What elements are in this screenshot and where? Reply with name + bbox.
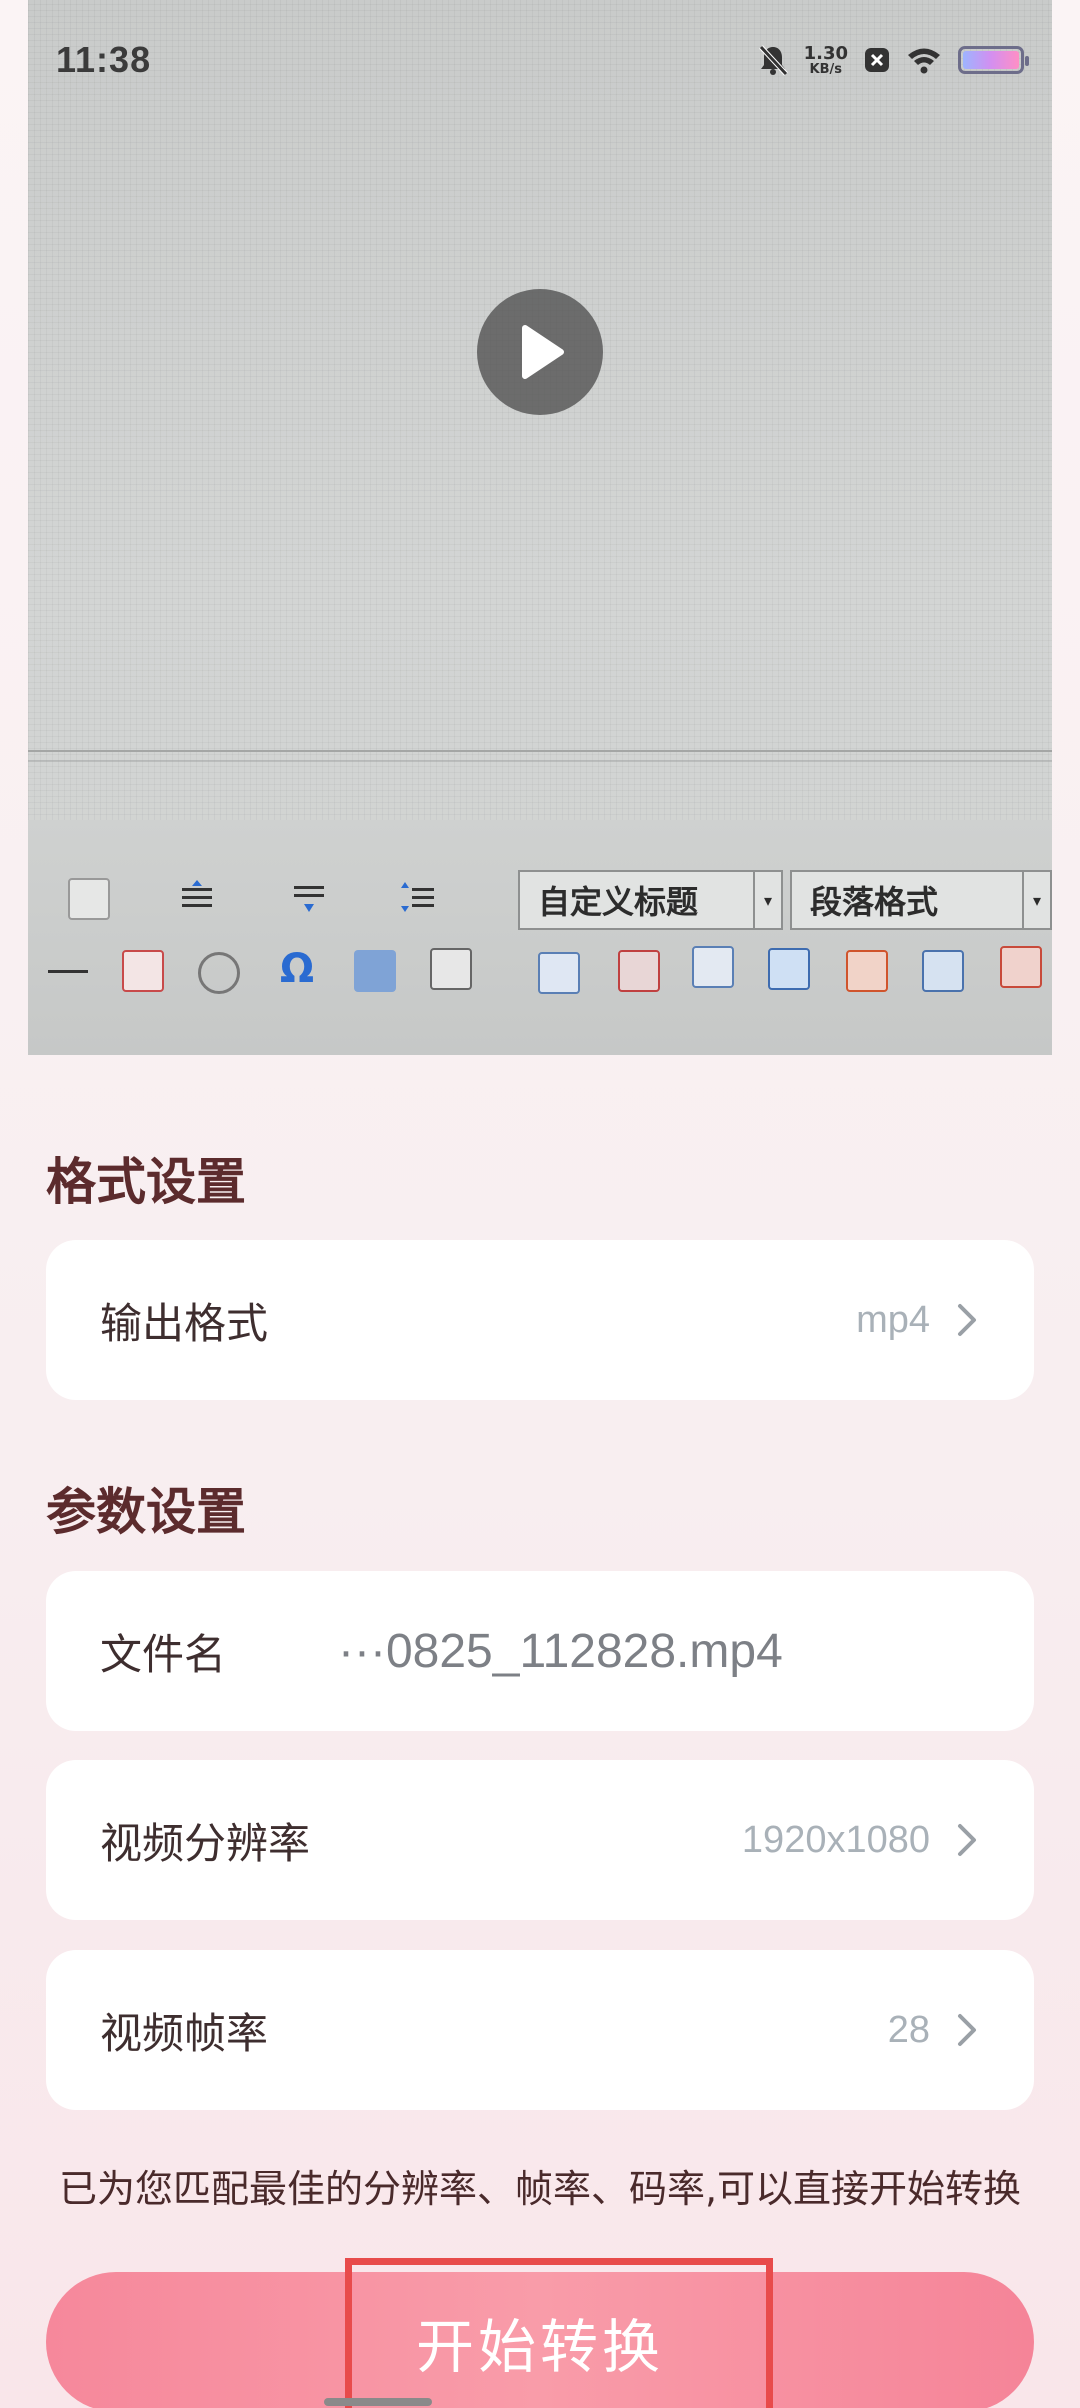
params-section-title: 参数设置 [46, 1483, 246, 1541]
table-merge-icon [1000, 946, 1042, 988]
chevron-right-icon [958, 1304, 976, 1336]
table-col-icon [922, 950, 964, 992]
video-preview[interactable]: 自定义标题 ▾ 段落格式 ▾ Ω [28, 0, 1052, 1055]
status-time: 11:38 [56, 39, 152, 80]
spacing-icon [290, 878, 332, 920]
table-icon [538, 952, 580, 994]
play-icon [522, 325, 564, 379]
line-spacing-icon [398, 878, 440, 920]
preview-divider [28, 750, 1052, 752]
table-text-icon [692, 946, 734, 988]
chevron-right-icon [958, 1824, 976, 1856]
calendar-icon [122, 950, 164, 992]
dropdown-arrow-icon: ▾ [1022, 872, 1050, 928]
table-delete-icon [618, 950, 660, 992]
filename-value[interactable]: ···0825_112828.mp4 [338, 1624, 783, 1679]
output-format-label: 输出格式 [100, 1298, 269, 1348]
frame-rate-label: 视频帧率 [100, 2008, 269, 2058]
hint-text: 已为您匹配最佳的分辨率、帧率、码率,可以直接开始转换 [58, 2167, 1022, 2211]
omega-icon: Ω [279, 946, 314, 992]
home-indicator [324, 2398, 432, 2406]
preview-title-dropdown: 自定义标题 ▾ [518, 870, 783, 930]
network-speed: 1.30 KB/s [803, 42, 848, 77]
image-icon [354, 950, 396, 992]
chevron-right-icon [958, 2014, 976, 2046]
clock-icon [198, 952, 240, 994]
dropdown-arrow-icon: ▾ [753, 872, 781, 928]
wifi-icon [906, 46, 942, 74]
resolution-value: 1920x1080 [741, 1818, 930, 1861]
output-format-row[interactable]: 输出格式 mp4 [46, 1240, 1034, 1400]
table-insert-icon [768, 948, 810, 990]
start-convert-label: 开始转换 [415, 2315, 664, 2380]
battery-icon [958, 46, 1029, 74]
dash-icon [48, 970, 88, 973]
filename-row[interactable]: 文件名 ···0825_112828.mp4 [46, 1571, 1034, 1731]
status-bar: 11:38 1.30 KB/s [0, 0, 1080, 120]
status-icons: 1.30 KB/s [758, 42, 1029, 77]
preview-toolbar-area: 自定义标题 ▾ 段落格式 ▾ Ω [28, 820, 1052, 1055]
start-convert-button[interactable]: 开始转换 [46, 2272, 1034, 2408]
preview-divider [28, 760, 1052, 762]
frame-rate-row[interactable]: 视频帧率 28 [46, 1950, 1034, 2110]
doc-icon [68, 878, 110, 920]
format-section-title: 格式设置 [46, 1153, 246, 1211]
preview-paragraph-dropdown: 段落格式 ▾ [790, 870, 1052, 930]
align-icon [178, 878, 220, 920]
filename-label: 文件名 [100, 1629, 227, 1679]
output-format-value: mp4 [856, 1298, 930, 1341]
play-button[interactable] [477, 289, 603, 415]
table-row-icon [846, 950, 888, 992]
resolution-row[interactable]: 视频分辨率 1920x1080 [46, 1760, 1034, 1920]
notification-x-icon [864, 47, 890, 73]
bell-muted-icon [758, 44, 788, 76]
resolution-label: 视频分辨率 [100, 1818, 311, 1868]
screen-icon [430, 948, 472, 990]
frame-rate-value: 28 [887, 2008, 930, 2051]
